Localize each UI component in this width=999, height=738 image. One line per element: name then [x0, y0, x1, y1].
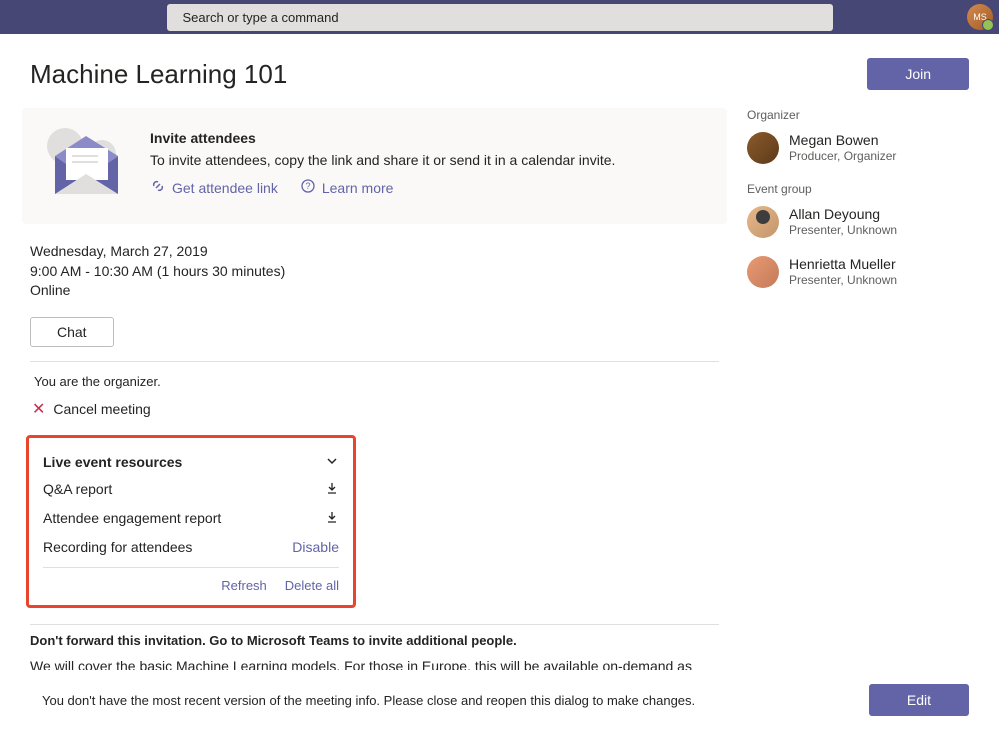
event-group-section-label: Event group [747, 182, 977, 196]
invite-title: Invite attendees [150, 130, 709, 146]
download-icon[interactable] [325, 510, 339, 527]
live-event-resources: Live event resources Q&A report Attendee… [26, 435, 356, 608]
invite-card: Invite attendees To invite attendees, co… [22, 108, 727, 224]
person-name: Megan Bowen [789, 132, 896, 148]
refresh-link[interactable]: Refresh [221, 578, 267, 593]
avatar [747, 132, 779, 164]
chevron-down-icon [325, 454, 339, 471]
recording-row: Recording for attendees Disable [43, 533, 339, 561]
organizer-person[interactable]: Megan Bowen Producer, Organizer [747, 132, 977, 164]
forward-warning: Don't forward this invitation. Go to Mic… [22, 625, 727, 654]
help-icon: ? [300, 178, 316, 197]
top-bar: Search or type a command MS [0, 0, 999, 34]
event-group-person[interactable]: Henrietta Mueller Presenter, Unknown [747, 256, 977, 288]
meeting-info: Wednesday, March 27, 2019 9:00 AM - 10:3… [22, 242, 727, 301]
qna-report-row: Q&A report [43, 475, 339, 504]
page-header: Machine Learning 101 Join [0, 34, 999, 108]
event-group-person[interactable]: Allan Deyoung Presenter, Unknown [747, 206, 977, 238]
download-icon[interactable] [325, 481, 339, 498]
envelope-icon [40, 126, 132, 206]
recording-label: Recording for attendees [43, 539, 192, 555]
edit-button[interactable]: Edit [869, 684, 969, 716]
avatar [747, 206, 779, 238]
footer: You don't have the most recent version o… [0, 670, 999, 738]
invite-description: To invite attendees, copy the link and s… [150, 152, 709, 168]
learn-more-link[interactable]: ? Learn more [300, 178, 394, 197]
delete-all-link[interactable]: Delete all [285, 578, 339, 593]
person-role: Producer, Organizer [789, 149, 896, 163]
engagement-report-row: Attendee engagement report [43, 504, 339, 533]
chat-button[interactable]: Chat [30, 317, 114, 347]
person-role: Presenter, Unknown [789, 223, 897, 237]
avatar-initials: MS [973, 12, 987, 22]
learn-more-label: Learn more [322, 180, 394, 196]
meeting-time: 9:00 AM - 10:30 AM (1 hours 30 minutes) [30, 262, 719, 282]
organizer-note: You are the organizer. [22, 362, 727, 395]
user-avatar[interactable]: MS [967, 4, 993, 30]
person-role: Presenter, Unknown [789, 273, 897, 287]
organizer-section-label: Organizer [747, 108, 977, 122]
engagement-label: Attendee engagement report [43, 510, 221, 526]
person-name: Allan Deyoung [789, 206, 897, 222]
disable-link[interactable]: Disable [292, 539, 339, 555]
get-attendee-link[interactable]: Get attendee link [150, 178, 278, 197]
meeting-location: Online [30, 281, 719, 301]
link-icon [150, 178, 166, 197]
search-input[interactable]: Search or type a command [167, 4, 833, 31]
cancel-meeting-button[interactable]: ✕ Cancel meeting [22, 395, 727, 435]
resources-toggle[interactable]: Live event resources [43, 450, 339, 475]
svg-text:?: ? [305, 181, 310, 191]
footer-note: You don't have the most recent version o… [42, 693, 695, 708]
cancel-label: Cancel meeting [53, 401, 150, 417]
qna-label: Q&A report [43, 481, 112, 497]
avatar [747, 256, 779, 288]
page-title: Machine Learning 101 [30, 59, 287, 90]
attendees-sidebar: Organizer Megan Bowen Producer, Organize… [747, 108, 977, 680]
join-button[interactable]: Join [867, 58, 969, 90]
main-content: Invite attendees To invite attendees, co… [22, 108, 731, 680]
get-link-label: Get attendee link [172, 180, 278, 196]
resources-title: Live event resources [43, 454, 182, 470]
close-icon: ✕ [32, 399, 45, 419]
person-name: Henrietta Mueller [789, 256, 897, 272]
meeting-date: Wednesday, March 27, 2019 [30, 242, 719, 262]
